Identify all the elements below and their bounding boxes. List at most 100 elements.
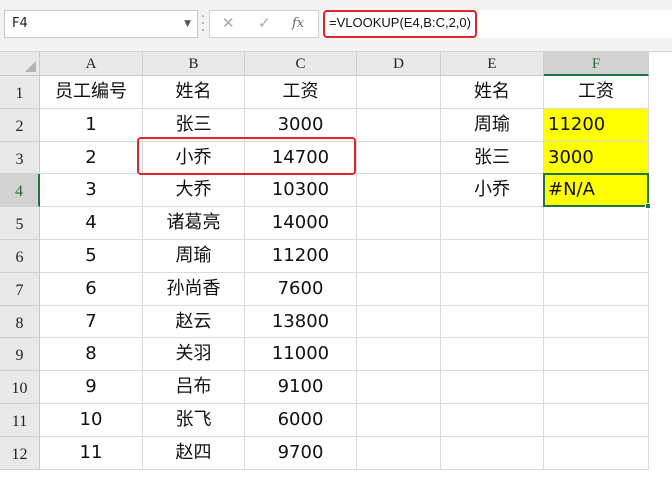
chevron-down-icon[interactable]: ▼ — [184, 11, 191, 37]
name-box[interactable]: F4 ▼ — [4, 10, 198, 38]
row-header-7[interactable]: 7 — [0, 272, 40, 306]
grid-cell[interactable] — [441, 436, 544, 470]
cell-b7[interactable]: 孙尚香 — [143, 272, 245, 306]
formula-annotation-box — [323, 10, 477, 38]
row-header-1[interactable]: 1 — [0, 76, 40, 109]
row-header-3[interactable]: 3 — [0, 141, 40, 175]
cell-b9[interactable]: 关羽 — [143, 338, 245, 372]
grid-cell[interactable] — [544, 207, 649, 240]
enter-icon[interactable]: ✓ — [258, 14, 271, 32]
cell-a2[interactable]: 1 — [40, 108, 143, 142]
grid-cell[interactable] — [357, 108, 441, 142]
cell-a1[interactable]: 员工编号 — [40, 76, 143, 109]
row-header-10[interactable]: 10 — [0, 371, 40, 404]
cell-b8[interactable]: 赵云 — [143, 305, 245, 339]
cell-a12[interactable]: 11 — [40, 436, 143, 470]
cell-e2[interactable]: 周瑜 — [441, 108, 544, 142]
grid-cell[interactable] — [357, 436, 441, 470]
cell-b4[interactable]: 大乔 — [143, 174, 245, 208]
grid-cell[interactable] — [441, 371, 544, 404]
row-annotation-box — [137, 137, 356, 175]
formula-buttons: ✕ ✓ fx — [209, 10, 319, 38]
cell-a7[interactable]: 6 — [40, 272, 143, 306]
grid-cell[interactable] — [544, 436, 649, 470]
cell-a10[interactable]: 9 — [40, 371, 143, 404]
row-header-5[interactable]: 5 — [0, 207, 40, 240]
cell-c9[interactable]: 11000 — [245, 338, 357, 372]
grid-cell[interactable] — [357, 305, 441, 339]
cell-c8[interactable]: 13800 — [245, 305, 357, 339]
splitter-handle[interactable]: · · · — [200, 10, 206, 38]
cell-a9[interactable]: 8 — [40, 338, 143, 372]
fill-handle[interactable] — [645, 203, 651, 210]
grid-cell[interactable] — [357, 76, 441, 109]
grid-cell[interactable] — [441, 305, 544, 339]
cell-a11[interactable]: 10 — [40, 404, 143, 437]
cell-f4[interactable]: #N/A — [544, 174, 649, 208]
grid-cell[interactable] — [441, 404, 544, 437]
cell-e3[interactable]: 张三 — [441, 141, 544, 175]
grid-cell[interactable] — [544, 272, 649, 306]
grid-cell[interactable] — [544, 371, 649, 404]
grid-cell[interactable] — [357, 240, 441, 273]
row-header-12[interactable]: 12 — [0, 436, 40, 470]
grid-cell[interactable] — [357, 174, 441, 208]
cell-a4[interactable]: 3 — [40, 174, 143, 208]
cell-b11[interactable]: 张飞 — [143, 404, 245, 437]
row-header-8[interactable]: 8 — [0, 305, 40, 339]
cell-f2[interactable]: 11200 — [544, 108, 649, 142]
row-header-2[interactable]: 2 — [0, 108, 40, 142]
column-header-d[interactable]: D — [357, 52, 441, 76]
column-header-b[interactable]: B — [143, 52, 245, 76]
grid-cell[interactable] — [357, 404, 441, 437]
cell-b1[interactable]: 姓名 — [143, 76, 245, 109]
cell-c7[interactable]: 7600 — [245, 272, 357, 306]
cell-f1[interactable]: 工资 — [544, 76, 649, 109]
grid-cell[interactable] — [357, 141, 441, 175]
column-header-e[interactable]: E — [441, 52, 544, 76]
cell-c12[interactable]: 9700 — [245, 436, 357, 470]
select-all-triangle-icon — [25, 61, 36, 72]
grid-cell[interactable] — [357, 371, 441, 404]
cell-e1[interactable]: 姓名 — [441, 76, 544, 109]
spreadsheet-grid: A B C D E F 1 2 3 4 5 6 7 8 9 10 11 12 员工编号 姓名 工资 1 张三 3000 2 小乔 1… — [0, 52, 672, 477]
cell-b10[interactable]: 吕布 — [143, 371, 245, 404]
select-all-corner[interactable] — [0, 52, 40, 76]
cell-c6[interactable]: 11200 — [245, 240, 357, 273]
cell-a8[interactable]: 7 — [40, 305, 143, 339]
grid-cell[interactable] — [441, 272, 544, 306]
cell-c11[interactable]: 6000 — [245, 404, 357, 437]
grid-cell[interactable] — [544, 305, 649, 339]
grid-cell[interactable] — [357, 338, 441, 372]
cell-a5[interactable]: 4 — [40, 207, 143, 240]
grid-cell[interactable] — [357, 272, 441, 306]
grid-cell[interactable] — [441, 207, 544, 240]
row-header-6[interactable]: 6 — [0, 240, 40, 273]
name-box-value: F4 — [12, 16, 28, 31]
cell-e4[interactable]: 小乔 — [441, 174, 544, 208]
cancel-icon[interactable]: ✕ — [222, 14, 235, 32]
row-header-4[interactable]: 4 — [0, 174, 40, 208]
grid-cell[interactable] — [441, 240, 544, 273]
grid-cell[interactable] — [441, 338, 544, 372]
cell-c10[interactable]: 9100 — [245, 371, 357, 404]
column-header-c[interactable]: C — [245, 52, 357, 76]
row-header-9[interactable]: 9 — [0, 338, 40, 372]
grid-cell[interactable] — [544, 338, 649, 372]
cell-b5[interactable]: 诸葛亮 — [143, 207, 245, 240]
cell-c5[interactable]: 14000 — [245, 207, 357, 240]
cell-f3[interactable]: 3000 — [544, 141, 649, 175]
cell-b6[interactable]: 周瑜 — [143, 240, 245, 273]
cell-a3[interactable]: 2 — [40, 141, 143, 175]
cell-a6[interactable]: 5 — [40, 240, 143, 273]
cell-b12[interactable]: 赵四 — [143, 436, 245, 470]
cell-c1[interactable]: 工资 — [245, 76, 357, 109]
grid-cell[interactable] — [357, 207, 441, 240]
grid-cell[interactable] — [544, 404, 649, 437]
insert-function-icon[interactable]: fx — [292, 16, 304, 31]
column-header-f[interactable]: F — [544, 52, 649, 76]
cell-c4[interactable]: 10300 — [245, 174, 357, 208]
row-header-11[interactable]: 11 — [0, 404, 40, 437]
column-header-a[interactable]: A — [40, 52, 143, 76]
grid-cell[interactable] — [544, 240, 649, 273]
